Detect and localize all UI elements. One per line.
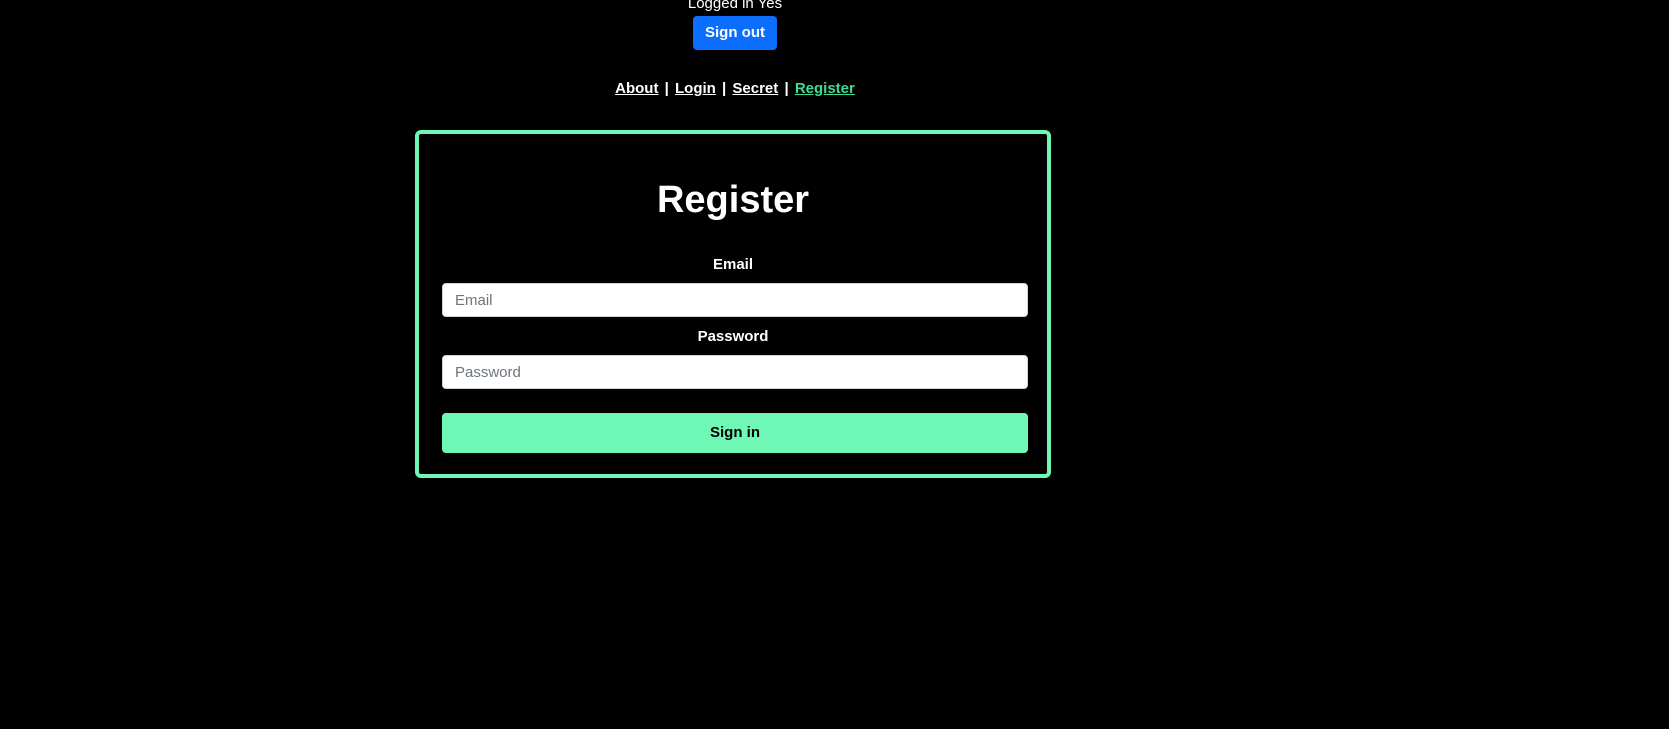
sign-out-button[interactable]: Sign out	[693, 16, 777, 50]
nav-separator: |	[784, 80, 789, 97]
sign-in-button[interactable]: Sign in	[442, 413, 1028, 453]
email-label: Email	[712, 256, 754, 273]
top-nav: About | Login | Secret | Register	[0, 79, 1470, 99]
nav-link-secret[interactable]: Secret	[732, 80, 778, 97]
nav-separator: |	[722, 80, 727, 97]
register-form-card: Register Email Password Sign in	[415, 130, 1051, 478]
email-input[interactable]	[442, 283, 1028, 317]
nav-link-register[interactable]: Register	[795, 80, 855, 97]
password-input[interactable]	[442, 355, 1028, 389]
page: Logged in Yes Sign out About | Login | S…	[0, 0, 1669, 729]
nav-separator: |	[664, 80, 669, 97]
password-label: Password	[697, 328, 769, 345]
login-status-text: Logged in Yes	[687, 0, 783, 12]
form-title: Register	[656, 179, 810, 221]
nav-link-login[interactable]: Login	[675, 80, 716, 97]
nav-link-about[interactable]: About	[615, 80, 658, 97]
